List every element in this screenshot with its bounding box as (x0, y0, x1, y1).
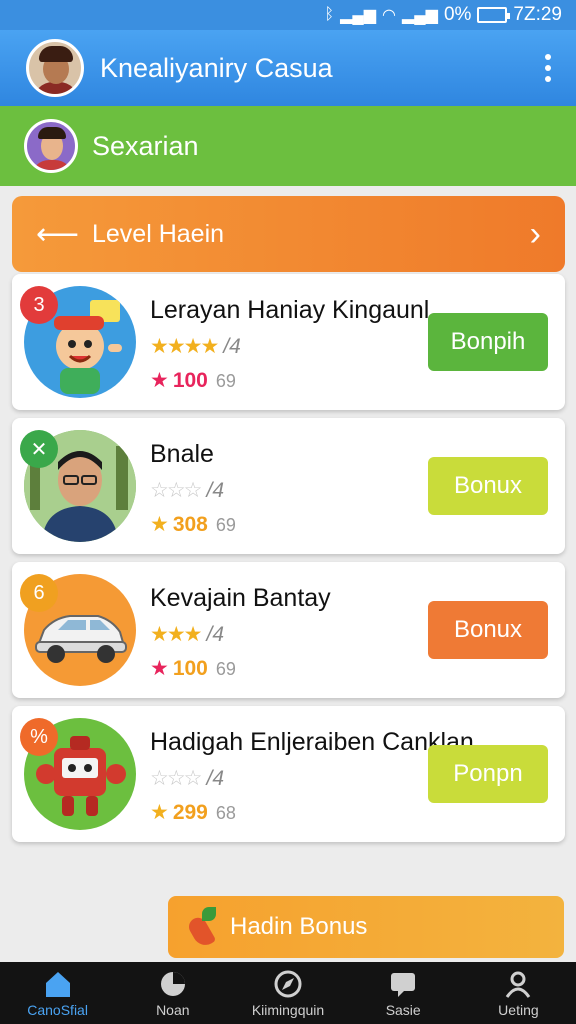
badge: 3 (20, 286, 58, 324)
rating-count: /4 (223, 335, 241, 358)
battery-percent: 0% (443, 4, 472, 25)
nav-label: Noan (156, 1002, 190, 1018)
item-title: Lerayan Haniay Kingaunl (150, 296, 430, 324)
rating: ★★★/4 (150, 622, 224, 647)
rating: ☆☆☆/4 (150, 767, 224, 790)
level-header[interactable]: ⟵ Level Haein › (12, 196, 565, 272)
score-value: 308 (172, 513, 208, 536)
score-value: 100 (172, 369, 208, 392)
score: ★ 100 69 (150, 368, 236, 393)
list-item[interactable]: % Hadigah Enljeraiben Canklan ☆☆☆/4 ★ 299… (12, 706, 565, 842)
bonus-button[interactable]: Bonux (428, 457, 548, 515)
star-icons: ★★★ (150, 623, 203, 646)
bluetooth-icon: ᛒ (324, 6, 335, 23)
rating-count: /4 (206, 623, 224, 646)
avatar-icon[interactable] (26, 39, 84, 97)
nav-item-sasie[interactable]: Sasie (346, 962, 461, 1024)
bonus-button-label: Hadin Bonus (230, 913, 368, 940)
score-extra: 69 (215, 371, 236, 391)
more-vert-icon[interactable] (528, 38, 568, 98)
nav-label: Ueting (498, 1002, 539, 1018)
percent-icon: % (20, 718, 58, 756)
score-extra: 68 (215, 803, 236, 823)
list-item[interactable]: 6 Kevajain Bantay ★★★/4 ★ 100 69 Bonux (12, 562, 565, 698)
pie-chart-icon (157, 968, 189, 1000)
signal-icon: ▂▄▆ (340, 7, 377, 24)
star-icon: ★ (150, 657, 169, 680)
signal-icon-2: ▂▄▆ (401, 7, 438, 24)
nav-item-noan[interactable]: Noan (115, 962, 230, 1024)
nav-label: Sasie (385, 1002, 421, 1018)
nav-label: CanoSfial (27, 1002, 88, 1018)
level-title: Level Haein (92, 219, 225, 248)
compass-icon (272, 968, 304, 1000)
star-icons: ★★★★ (150, 335, 219, 358)
score-extra: 69 (215, 659, 236, 679)
list-item[interactable]: ✕ Bnale ☆☆☆/4 ★ 308 69 Bonux (12, 418, 565, 554)
nav-label: Kiimingquin (251, 1002, 325, 1018)
nav-item-ueting[interactable]: Ueting (461, 962, 576, 1024)
hadin-bonus-button[interactable]: Hadin Bonus (168, 896, 564, 958)
chevron-right-icon[interactable]: › (530, 215, 541, 254)
score: ★ 308 69 (150, 512, 236, 537)
app-bar: Knealiyaniry Casua (0, 30, 576, 106)
home-icon (42, 968, 74, 1000)
profile-bar[interactable]: Sexarian (0, 106, 576, 186)
profile-avatar[interactable] (24, 119, 78, 173)
user-icon (502, 968, 534, 1000)
star-icon: ★ (150, 513, 169, 536)
badge: 6 (20, 574, 58, 612)
star-icon: ★ (150, 369, 169, 392)
bottom-nav: CanoSfial Noan Kiimingquin Sasie Ueting (0, 962, 576, 1024)
bonus-button[interactable]: Ponpn (428, 745, 548, 803)
score: ★ 100 69 (150, 656, 236, 681)
rating: ☆☆☆/4 (150, 479, 224, 502)
score-extra: 69 (215, 515, 236, 535)
rating: ★★★★/4 (150, 334, 241, 359)
item-title: Kevajain Bantay (150, 584, 331, 612)
app-title: Knealiyaniry Casua (100, 52, 333, 83)
item-title: Bnale (150, 440, 214, 468)
score-value: 100 (172, 657, 208, 680)
nav-item-home[interactable]: CanoSfial (0, 962, 115, 1024)
status-time: 7Z:29 (513, 4, 562, 25)
nav-item-kiimingquin[interactable]: Kiimingquin (230, 962, 345, 1024)
score: ★ 299 68 (150, 800, 236, 825)
rating-count: /4 (206, 767, 224, 790)
list-item[interactable]: 3 Lerayan Haniay Kingaunl ★★★★/4 ★ 100 69 … (12, 274, 565, 410)
arrow-left-icon[interactable]: ⟵ (36, 217, 79, 252)
bonus-button[interactable]: Bonux (428, 601, 548, 659)
score-value: 299 (172, 801, 208, 824)
item-title: Hadigah Enljeraiben Canklan (150, 728, 474, 756)
message-icon (387, 968, 419, 1000)
battery-icon (477, 7, 511, 23)
carrot-icon (182, 905, 226, 950)
star-icon: ★ (150, 801, 169, 824)
profile-name: Sexarian (92, 130, 199, 161)
wifi-icon: ◠ (382, 7, 396, 24)
close-icon[interactable]: ✕ (20, 430, 58, 468)
status-bar: ᛒ ▂▄▆ ◠ ▂▄▆ 0% 7Z:29 (0, 0, 576, 30)
bonus-button[interactable]: Bonpih (428, 313, 548, 371)
rating-count: /4 (206, 479, 224, 502)
